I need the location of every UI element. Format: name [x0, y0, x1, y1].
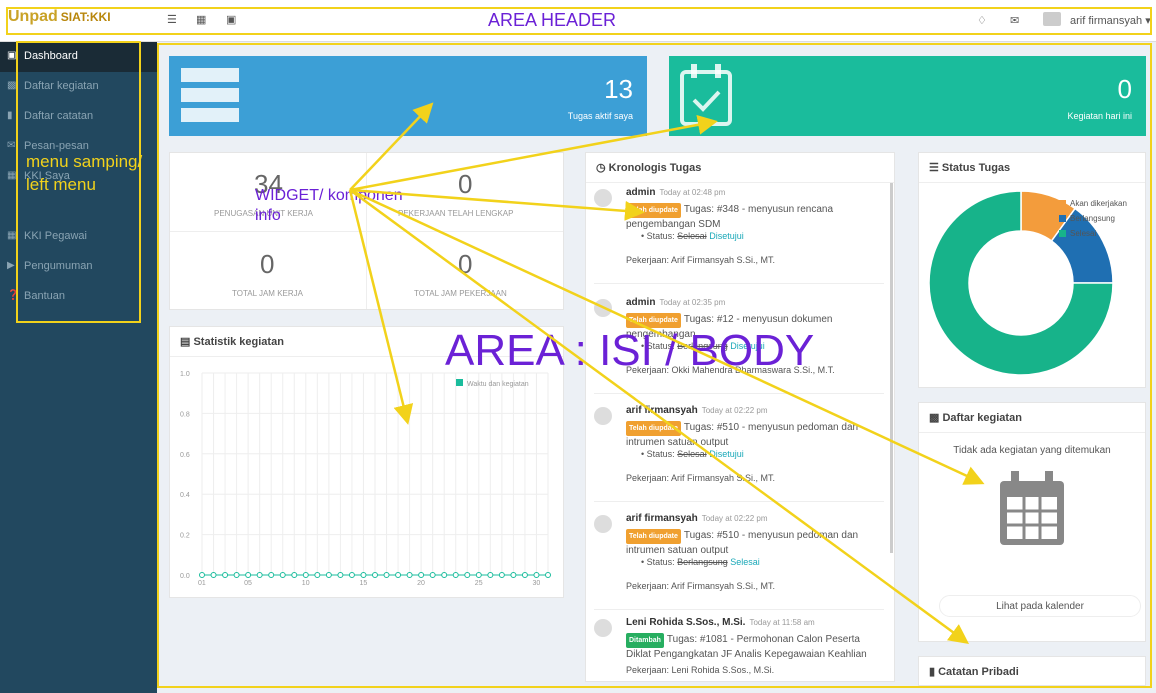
annotation-arrows [348, 102, 985, 644]
